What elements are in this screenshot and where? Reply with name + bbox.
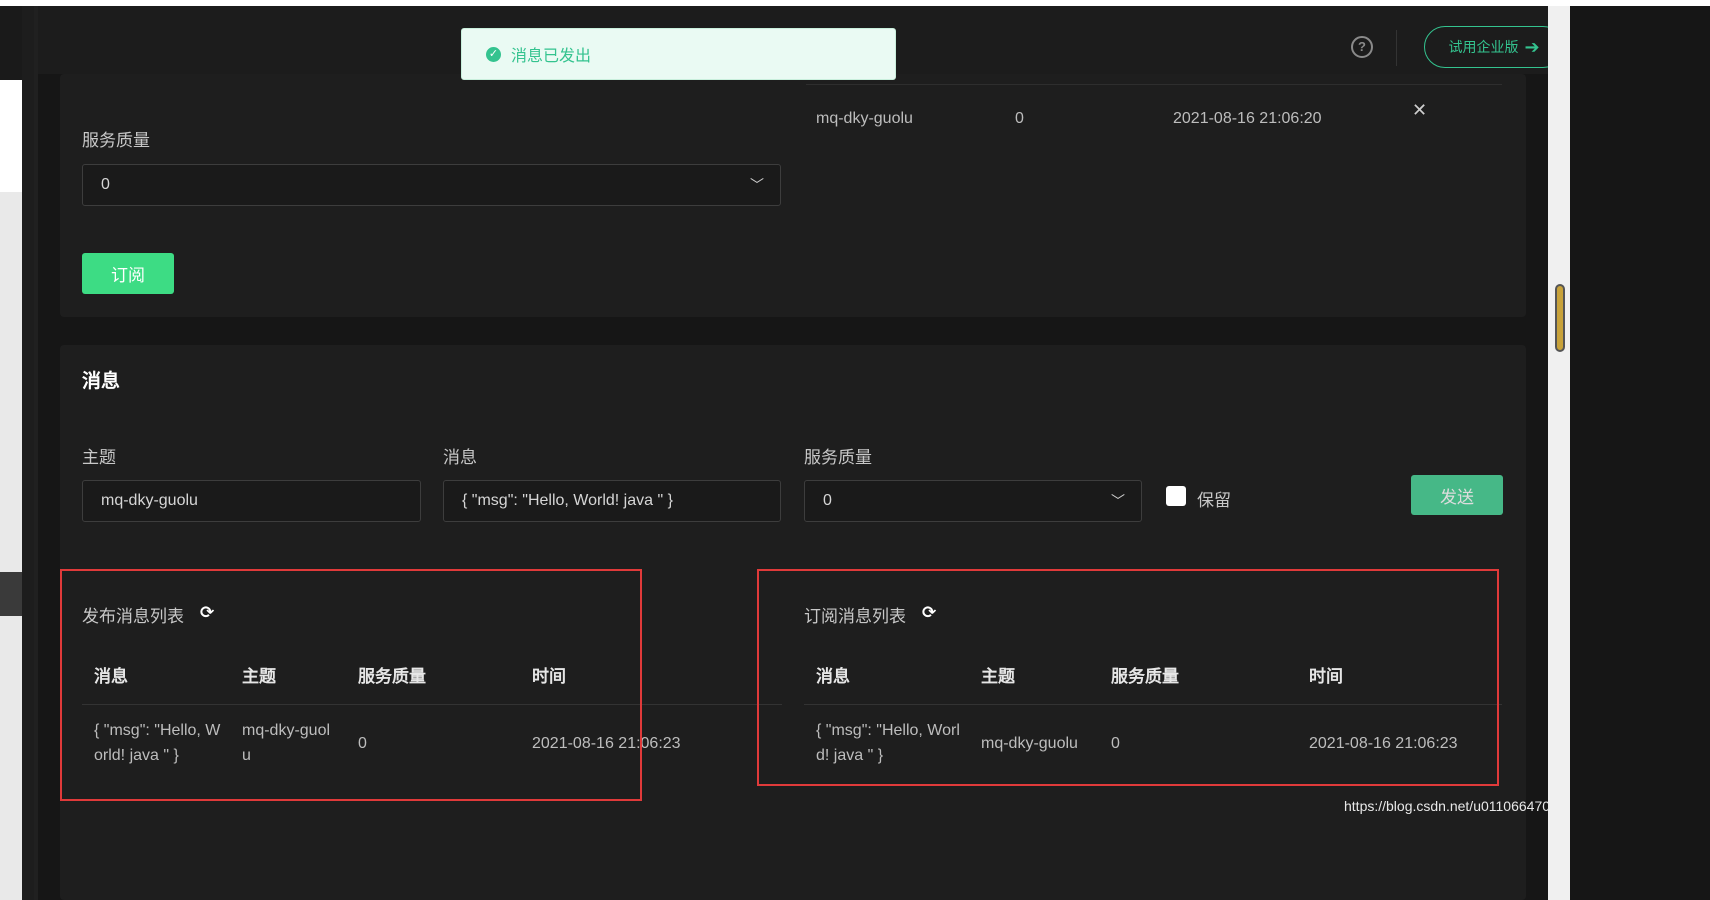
message-input[interactable]: { "msg": "Hello, World! java " } [443,480,781,522]
success-toast: ✓ 消息已发出 [461,28,896,80]
sidebar-active-item[interactable] [0,572,22,616]
sidebar-panel-lower [0,192,22,900]
vertical-scrollbar[interactable] [1548,6,1570,900]
left-sidebar [0,6,38,900]
header-divider [1396,30,1397,66]
scrollbar-thumb[interactable] [1555,284,1565,352]
toast-text: 消息已发出 [511,48,592,65]
qos-label: 服务质量 [804,448,872,467]
question-circle-icon[interactable]: ? [1351,36,1373,58]
highlight-box-published [60,569,642,801]
chevron-down-icon: ﹀ [750,177,764,193]
topic-label: 主题 [82,448,116,467]
arrow-right-icon: ➔ [1524,36,1540,57]
highlight-box-subscribed [757,569,1499,786]
qos-select[interactable]: 0 ﹀ [804,480,1142,522]
subscribe-button[interactable]: 订阅 [82,253,174,294]
sub-list-time: 2021-08-16 21:06:20 [1173,110,1322,127]
message-section-title: 消息 [82,371,121,392]
retain-label: 保留 [1197,491,1231,510]
retain-checkbox[interactable] [1166,486,1186,506]
check-circle-icon: ✓ [486,46,501,62]
send-button[interactable]: 发送 [1411,475,1503,515]
sub-qos-value: 0 [101,176,110,193]
qos-value: 0 [823,492,832,509]
watermark-text: https://blog.csdn.net/u011066470 [1344,798,1551,814]
message-label: 消息 [443,448,477,467]
sub-qos-label: 服务质量 [82,131,150,150]
trial-enterprise-label: 试用企业版 [1448,39,1519,55]
chevron-down-icon: ﹀ [1111,493,1125,509]
sub-qos-select[interactable]: 0 ﹀ [82,164,781,206]
sub-list-divider [806,84,1502,85]
sub-list-topic: mq-dky-guolu [816,110,913,127]
sidebar-panel-upper [0,80,22,192]
topic-input[interactable]: mq-dky-guolu [82,480,421,522]
trial-enterprise-button[interactable]: 试用企业版 ➔ [1424,26,1564,68]
close-icon[interactable]: ✕ [1412,100,1427,121]
sub-list-qos: 0 [1015,110,1024,127]
